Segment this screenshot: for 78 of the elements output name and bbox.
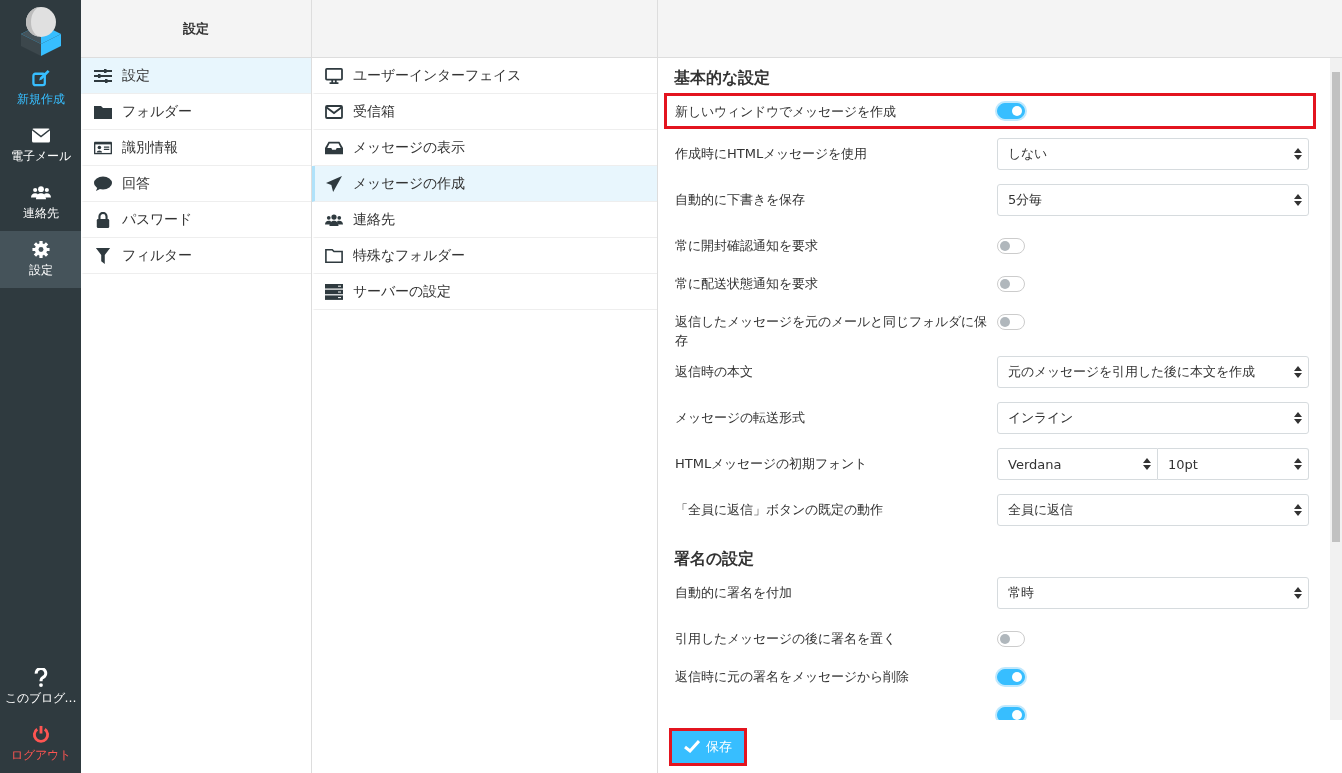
nav-item[interactable]: ログアウト <box>0 716 81 773</box>
section-heading: 基本的な設定 <box>674 68 771 89</box>
nav-item[interactable]: 設定 <box>0 231 81 288</box>
power-icon <box>30 725 51 744</box>
setting-label: 返信時の本文 <box>675 364 753 379</box>
updown-caret-icon <box>1294 504 1302 516</box>
envelope-icon <box>30 126 51 145</box>
dropdown[interactable]: 元のメッセージを引用した後に本文を作成 <box>997 356 1309 388</box>
section-item[interactable]: 回答 <box>81 166 311 202</box>
filter-icon <box>94 247 112 264</box>
toggle-switch[interactable] <box>997 103 1025 119</box>
sliders-icon <box>94 67 112 84</box>
paper-plane-icon <box>325 175 343 192</box>
subsection-item[interactable]: サーバーの設定 <box>312 274 657 310</box>
subsection-item[interactable]: メッセージの作成 <box>312 166 657 202</box>
setting-label: 作成時にHTMLメッセージを使用 <box>675 146 868 161</box>
dropdown[interactable]: 5分毎 <box>997 184 1309 216</box>
monitor-icon <box>325 67 343 84</box>
section-item[interactable]: フォルダー <box>81 94 311 130</box>
setting-label: 返信時に元の署名をメッセージから削除 <box>675 669 909 684</box>
setting-label: HTMLメッセージの初期フォント <box>675 456 868 471</box>
people-icon <box>30 183 51 202</box>
section-item[interactable]: パスワード <box>81 202 311 238</box>
updown-caret-icon <box>1294 148 1302 160</box>
server-icon <box>325 283 343 300</box>
toggle-switch[interactable] <box>997 276 1025 292</box>
toggle-switch[interactable] <box>997 238 1025 254</box>
setting-label: 常に開封確認通知を要求 <box>675 238 818 253</box>
setting-label: メッセージの転送形式 <box>675 410 805 425</box>
setting-label: 自動的に署名を付加 <box>675 585 792 600</box>
updown-caret-icon <box>1294 366 1302 378</box>
setting-label: 「全員に返信」ボタンの既定の動作 <box>675 502 883 517</box>
tray-icon <box>325 139 343 156</box>
dropdown[interactable]: インライン <box>997 402 1309 434</box>
setting-label: 常に配送状態通知を要求 <box>675 276 818 291</box>
column-title: 設定 <box>183 19 209 38</box>
dropdown[interactable]: Verdana <box>997 448 1158 480</box>
gear-icon <box>30 240 51 259</box>
folder-icon <box>94 103 112 120</box>
id-card-icon <box>94 139 112 156</box>
updown-caret-icon <box>1143 458 1151 470</box>
dropdown[interactable]: 常時 <box>997 577 1309 609</box>
section-heading: 署名の設定 <box>674 549 755 570</box>
updown-caret-icon <box>1294 412 1302 424</box>
dropdown[interactable]: 全員に返信 <box>997 494 1309 526</box>
checkmark-icon <box>684 740 700 753</box>
speech-bubble-icon <box>94 175 112 192</box>
toggle-switch[interactable] <box>997 631 1025 647</box>
setting-label: 自動的に下書きを保存 <box>675 192 805 207</box>
setting-label: 返信したメッセージを元のメールと同じフォルダに保存 <box>675 314 987 348</box>
setting-label: 引用したメッセージの後に署名を置く <box>675 631 896 646</box>
updown-caret-icon <box>1294 587 1302 599</box>
updown-caret-icon <box>1294 194 1302 206</box>
subsection-item[interactable]: 受信箱 <box>312 94 657 130</box>
toggle-switch[interactable] <box>997 669 1025 685</box>
subsection-item[interactable]: 連絡先 <box>312 202 657 238</box>
people-icon <box>325 211 343 228</box>
toggle-switch[interactable] <box>997 707 1025 720</box>
lock-icon <box>94 211 112 228</box>
edit-icon <box>30 69 51 88</box>
nav-item[interactable]: 連絡先 <box>0 174 81 231</box>
updown-caret-icon <box>1294 458 1302 470</box>
folder-icon <box>325 247 343 264</box>
section-item[interactable]: 識別情報 <box>81 130 311 166</box>
setting-label: 新しいウィンドウでメッセージを作成 <box>675 103 896 119</box>
scrollbar[interactable] <box>1330 58 1342 720</box>
toggle-switch[interactable] <box>997 314 1025 330</box>
logo-icon <box>18 4 63 56</box>
nav-item[interactable]: 新規作成 <box>0 60 81 117</box>
subsection-item[interactable]: ユーザーインターフェイス <box>312 58 657 94</box>
envelope-icon <box>325 103 343 120</box>
nav-item[interactable]: 電子メール <box>0 117 81 174</box>
section-item[interactable]: フィルター <box>81 238 311 274</box>
section-item[interactable]: 設定 <box>81 58 311 94</box>
nav-item[interactable]: このブログ… <box>0 659 81 716</box>
dropdown[interactable]: しない <box>997 138 1309 170</box>
subsection-item[interactable]: 特殊なフォルダー <box>312 238 657 274</box>
dropdown[interactable]: 10pt <box>1158 448 1309 480</box>
